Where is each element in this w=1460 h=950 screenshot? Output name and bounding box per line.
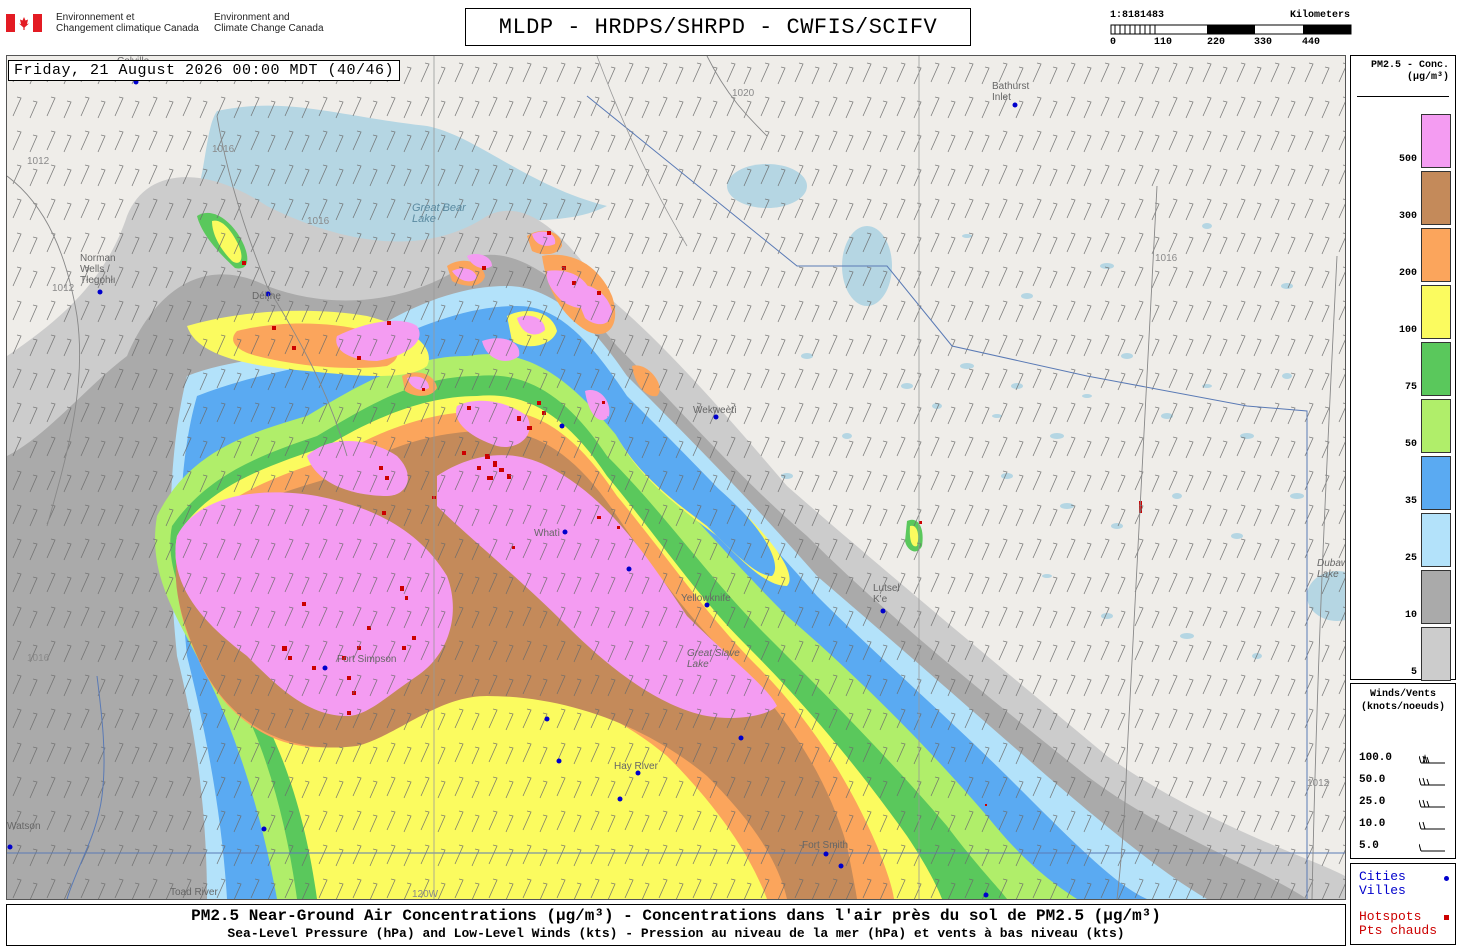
scale-tick-3: 330 xyxy=(1254,37,1273,48)
place-label: Wekweètì xyxy=(693,405,737,416)
legend-level-label: 35 xyxy=(1404,496,1417,507)
legend-swatch xyxy=(1421,570,1451,624)
wind-barb-icon xyxy=(1419,799,1445,808)
legend-swatch xyxy=(1421,399,1451,453)
scale-tick-0: 0 xyxy=(1110,37,1117,48)
place-label: Fort Smith xyxy=(802,840,848,851)
wind-barb-icon xyxy=(1419,777,1445,786)
isobar-label: 1012 xyxy=(52,283,75,294)
wind-speed-label: 5.0 xyxy=(1359,840,1379,852)
eccc-logo: Environnement et Changement climatique C… xyxy=(6,12,336,40)
legend-swatch xyxy=(1421,114,1451,168)
legend-swatch xyxy=(1421,627,1451,681)
product-title: MLDP - HRDPS/SHRPD - CWFIS/SCIFV xyxy=(465,8,971,46)
wind-legend-title: Winds/Vents (knots/noeuds) xyxy=(1360,689,1445,713)
scale-ratio: 1:8181483 xyxy=(1110,10,1165,21)
wind-speed-label: 25.0 xyxy=(1359,796,1386,808)
isobar-label: 1012 xyxy=(27,156,50,167)
legend-swatch xyxy=(1421,171,1451,225)
scale-tick-4: 440 xyxy=(1302,37,1321,48)
wind-barb-icon xyxy=(1419,843,1445,852)
scale-unit: Kilometers xyxy=(1289,10,1350,21)
department-name-en: Environment and Climate Change Canada xyxy=(214,12,324,34)
smoke-forecast-map[interactable]: 1012 1016 1020 1016 1012 1016 1012 1016 … xyxy=(6,55,1346,900)
department-name-fr: Environnement et Changement climatique C… xyxy=(56,12,199,34)
wind-barb-icon xyxy=(1419,754,1445,764)
legend-level-label: 50 xyxy=(1404,439,1417,450)
concentration-legend-title: PM2.5 - Conc. (µg/m³) xyxy=(1370,60,1449,83)
cities-key-label: Cities Villes xyxy=(1359,869,1406,898)
legend-level-label: 5 xyxy=(1410,667,1417,678)
forecast-datestamp: Friday, 21 August 2026 00:00 MDT (40/46) xyxy=(8,60,401,81)
wind-speed-label: 100.0 xyxy=(1359,752,1393,764)
place-label: Whatì xyxy=(534,528,560,539)
scale-tick-1: 110 xyxy=(1154,37,1173,48)
scale-tick-2: 220 xyxy=(1207,37,1226,48)
place-label: Yellowknife xyxy=(681,593,731,604)
caption-line-2: Sea-Level Pressure (hPa) and Low-Level W… xyxy=(227,926,1125,941)
map-caption: PM2.5 Near-Ground Air Concentrations (µg… xyxy=(6,904,1346,946)
legend-level-label: 200 xyxy=(1398,268,1417,279)
isobar-label: 1012 xyxy=(1307,778,1330,789)
caption-line-1: PM2.5 Near-Ground Air Concentrations (µg… xyxy=(191,907,1161,925)
scale-bar: 1:8181483 Kilometers 0 110 220 330 440 xyxy=(1110,10,1352,50)
place-label: Délı̨nę xyxy=(252,291,281,302)
legend-swatch xyxy=(1421,285,1451,339)
wind-legend: Winds/Vents (knots/noeuds) 100.0 50.0 25.0… xyxy=(1350,683,1456,859)
canada-flag-icon xyxy=(6,14,42,32)
place-label: Fort Simpson xyxy=(337,654,396,665)
city-marker-icon xyxy=(1444,876,1449,881)
isobar-label: 1016 xyxy=(212,144,235,155)
legend-swatch xyxy=(1421,456,1451,510)
wind-barbs xyxy=(7,56,1345,899)
legend-swatch xyxy=(1421,228,1451,282)
legend-divider xyxy=(1357,96,1449,97)
isobar-label: 1016 xyxy=(27,653,50,664)
place-label: Toad River xyxy=(170,887,218,898)
scale-bar-graphic xyxy=(1110,24,1352,35)
isobar-label: 1020 xyxy=(732,88,755,99)
wind-speed-label: 50.0 xyxy=(1359,774,1386,786)
legend-swatch xyxy=(1421,342,1451,396)
place-label: Hay River xyxy=(614,761,659,772)
isobar-label: 1016 xyxy=(307,216,330,227)
hotspot-marker-icon xyxy=(1444,915,1449,920)
legend-level-label: 100 xyxy=(1398,325,1417,336)
place-label: Watson xyxy=(7,821,41,832)
wind-barb-icon xyxy=(1419,821,1445,830)
legend-level-label: 75 xyxy=(1404,382,1417,393)
legend-level-label: 500 xyxy=(1398,154,1417,165)
legend-level-label: 25 xyxy=(1404,553,1417,564)
isobar-label: 1016 xyxy=(1155,253,1178,264)
legend-swatch xyxy=(1421,513,1451,567)
wind-speed-label: 10.0 xyxy=(1359,818,1386,830)
concentration-legend: PM2.5 - Conc. (µg/m³) 500 300 200 100 75 50 35… xyxy=(1350,55,1456,681)
meridian-label: 120W xyxy=(412,889,439,899)
legend-level-label: 300 xyxy=(1398,211,1417,222)
symbol-legend: Cities Villes Hotspots Pts chauds xyxy=(1350,863,1456,945)
legend-level-label: 10 xyxy=(1404,610,1417,621)
map-canvas: 1012 1016 1020 1016 1012 1016 1012 1016 … xyxy=(7,56,1345,899)
hotspots-key-label: Hotspots Pts chauds xyxy=(1359,909,1438,938)
